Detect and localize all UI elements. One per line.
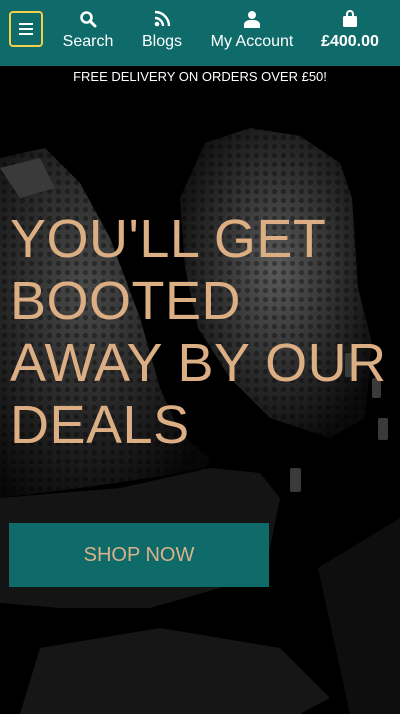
top-header: Search Blogs My Account £400.00 [0, 0, 400, 66]
search-icon [58, 8, 118, 30]
nav-search[interactable]: Search [58, 8, 118, 58]
shop-now-button[interactable]: SHOP NOW [9, 523, 269, 587]
promo-banner: FREE DELIVERY ON ORDERS OVER £50! [0, 66, 400, 88]
menu-button[interactable] [9, 11, 43, 47]
bag-icon [314, 8, 386, 30]
user-icon [206, 8, 298, 30]
nav-cart[interactable]: £400.00 [314, 8, 386, 58]
nav-search-label: Search [62, 33, 114, 50]
nav-my-account-label: My Account [210, 33, 294, 50]
hamburger-icon [19, 23, 33, 35]
hero-banner: YOU'LL GET BOOTED AWAY BY OUR DEALS SHOP… [0, 88, 400, 714]
nav-blogs-label: Blogs [141, 33, 183, 50]
nav-my-account[interactable]: My Account [206, 8, 298, 58]
cart-total: £400.00 [321, 33, 379, 50]
hero-title: YOU'LL GET BOOTED AWAY BY OUR DEALS [10, 209, 387, 455]
nav-blogs[interactable]: Blogs [136, 8, 188, 58]
rss-icon [136, 8, 188, 30]
